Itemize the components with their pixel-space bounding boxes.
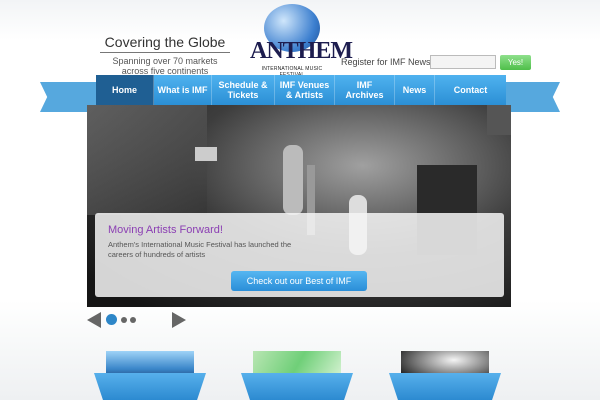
nav-item-schedule-tickets[interactable]: Schedule & Tickets: [212, 75, 275, 105]
tagline-subtitle: Spanning over 70 markets across five con…: [112, 56, 218, 76]
feature-tile-venues[interactable]: [94, 351, 206, 400]
slide-caption: Moving Artists Forward! Anthem's Interna…: [95, 213, 504, 297]
tagline-title: Covering the Globe: [100, 34, 230, 53]
nav-item-venues-artists[interactable]: IMF Venues & Artists: [275, 75, 335, 105]
slide-caption-title: Moving Artists Forward!: [108, 224, 223, 236]
feature-tile-archives[interactable]: [389, 351, 501, 400]
slider-prev-arrow-icon[interactable]: [87, 312, 101, 328]
anthem-logo[interactable]: ANTHEM INTERNATIONAL MUSIC FESTIVAL: [250, 4, 353, 78]
tagline: Covering the Globe Spanning over 70 mark…: [100, 34, 230, 76]
nav-item-contact[interactable]: Contact: [435, 75, 506, 105]
best-of-imf-button[interactable]: Check out our Best of IMF: [231, 271, 367, 291]
register-submit-button[interactable]: Yes!: [500, 55, 531, 70]
register-email-input[interactable]: [430, 55, 496, 69]
nav-item-news[interactable]: News: [395, 75, 435, 105]
nav-item-archives[interactable]: IMF Archives: [335, 75, 395, 105]
nav-item-what-is-imf[interactable]: What is IMF: [154, 75, 212, 105]
main-nav: Home What is IMF Schedule & Tickets IMF …: [96, 75, 506, 105]
slider-dot-2[interactable]: [121, 317, 127, 323]
slider-next-arrow-icon[interactable]: [172, 312, 186, 328]
register-label: Register for IMF News:: [341, 57, 434, 67]
tile-base: [389, 373, 501, 400]
slider-dot-1[interactable]: [106, 314, 117, 325]
feature-tile-tickets[interactable]: [241, 351, 353, 400]
tile-base: [241, 373, 353, 400]
slide-caption-text: Anthem's International Music Festival ha…: [108, 240, 292, 259]
logo-wordmark: ANTHEM: [250, 38, 353, 64]
tile-base: [94, 373, 206, 400]
slider-dot-3[interactable]: [130, 317, 136, 323]
nav-item-home[interactable]: Home: [96, 75, 154, 105]
